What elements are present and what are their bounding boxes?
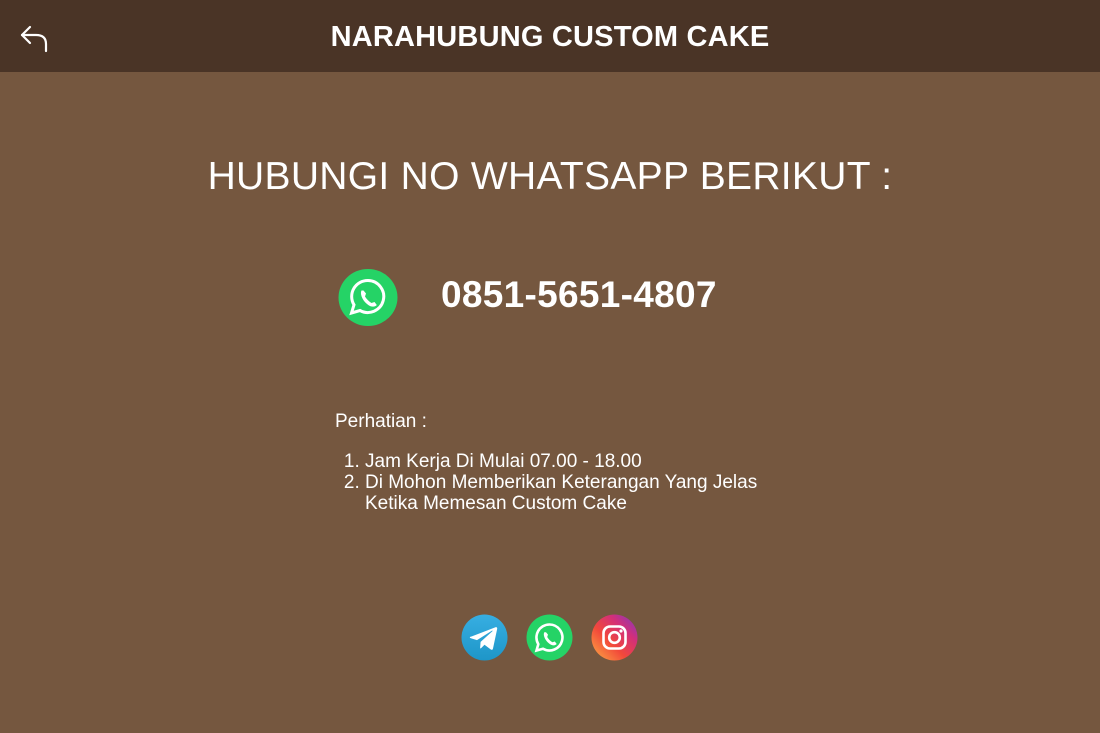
notes-section: Perhatian : Jam Kerja Di Mulai 07.00 - 1…	[335, 411, 775, 514]
note-item: Jam Kerja Di Mulai 07.00 - 18.00	[365, 451, 775, 472]
notes-title: Perhatian :	[335, 411, 427, 432]
contact-headline: HUBUNGI NO WHATSAPP BERIKUT :	[207, 155, 893, 198]
note-item: Di Mohon Memberikan Keterangan Yang Jela…	[365, 472, 775, 514]
telegram-icon[interactable]	[461, 614, 508, 661]
page-title: NARAHUBUNG CUSTOM CAKE	[330, 21, 770, 53]
instagram-icon[interactable]	[591, 614, 638, 661]
whatsapp-icon[interactable]	[526, 614, 573, 661]
whatsapp-icon	[338, 269, 398, 326]
notes-list: Jam Kerja Di Mulai 07.00 - 18.00 Di Moho…	[335, 451, 775, 514]
phone-number[interactable]: 0851-5651-4807	[441, 274, 717, 316]
top-bar: NARAHUBUNG CUSTOM CAKE	[0, 0, 1100, 72]
